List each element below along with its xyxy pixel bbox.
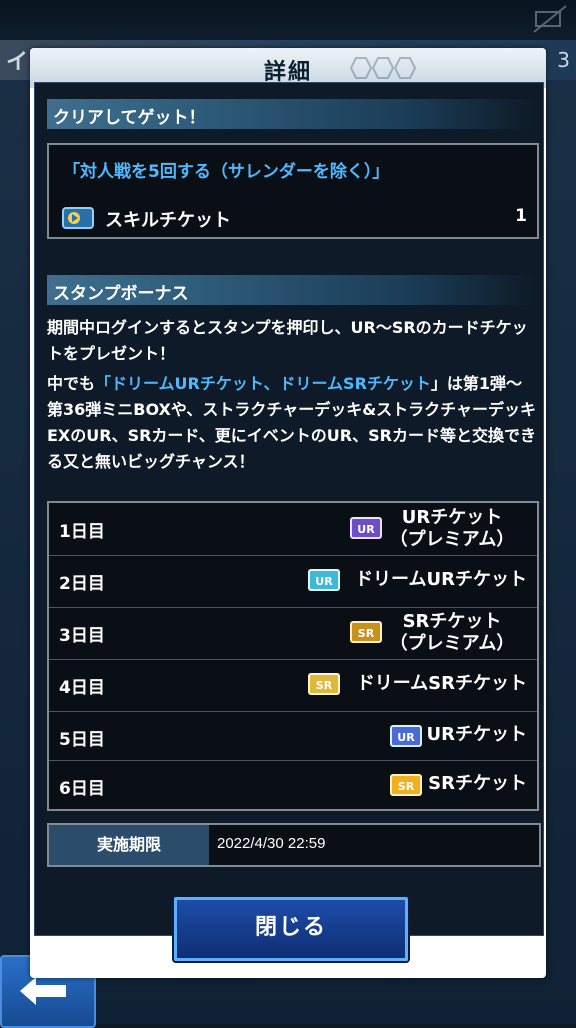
svg-text:UR: UR: [357, 523, 375, 536]
stamp-row-day1: 1日目 UR URチケット （プレミアム）: [49, 503, 537, 556]
reward-label: スキルチケット: [105, 210, 231, 231]
ticket-name: ドリームURチケット: [355, 569, 527, 590]
stamp-day: 1日目: [59, 522, 105, 542]
dream-sr-ticket-icon: SR: [308, 673, 340, 695]
stamp-description-1: 期間中ログインするとスタンプを押印し、UR～SRのカードチケットをプレゼント！: [47, 318, 528, 363]
stamp-description-2: 中でも「ドリームURチケット、ドリームSRチケット」は第1弾～第36弾ミニBOX…: [47, 371, 537, 475]
mute-icon: [533, 5, 567, 33]
desc2-pre: 中でも: [47, 374, 96, 393]
svg-text:SR: SR: [398, 780, 415, 793]
dialog-content: クリアしてゲット！ 「対人戦を5回する（サレンダーを除く）」 スキルチケット 1…: [34, 82, 544, 936]
svg-text:UR: UR: [397, 731, 415, 744]
ticket-name-line1: URチケット: [401, 507, 503, 528]
svg-text:UR: UR: [315, 575, 333, 588]
sr-ticket-icon: SR: [390, 774, 422, 796]
stamp-day: 5日目: [59, 730, 105, 750]
svg-text:SR: SR: [358, 627, 375, 640]
stamp-section-header: スタンプボーナス: [47, 275, 537, 305]
ur-ticket-icon: UR: [390, 725, 422, 747]
mission-box: 「対人戦を5回する（サレンダーを除く）」 スキルチケット 1: [47, 143, 539, 239]
ticket-name: SRチケット （プレミアム）: [377, 611, 527, 655]
ticket-name: ドリームSRチケット: [356, 673, 527, 694]
desc2-highlight: 「ドリームURチケット、ドリームSRチケット: [95, 374, 431, 393]
stamp-row-day5: 5日目 UR URチケット: [49, 711, 537, 761]
dream-ur-ticket-icon: UR: [308, 569, 340, 591]
ticket-name-line1: SRチケット: [402, 611, 502, 632]
hexagon-decoration-icon: [349, 57, 417, 79]
period-label: 実施期限: [49, 825, 209, 865]
clear-section-header: クリアしてゲット！: [47, 99, 537, 129]
skill-ticket-icon: [62, 207, 94, 229]
ticket-name-line2: （プレミアム）: [389, 529, 515, 550]
stamp-section-title: スタンプボーナス: [53, 284, 189, 304]
back-arrow-icon: [20, 977, 66, 1005]
svg-text:SR: SR: [316, 679, 333, 692]
detail-dialog: 詳細 クリアしてゲット！ 「対人戦を5回する（サレンダーを除く）」 スキルチケッ…: [30, 48, 546, 978]
period-value: 2022/4/30 22:59: [217, 835, 326, 852]
ticket-name: SRチケット: [428, 773, 527, 794]
stamp-row-day2: 2日目 UR ドリームURチケット: [49, 555, 537, 608]
background-title-number: 3: [557, 48, 570, 72]
ticket-name: URチケット （プレミアム）: [377, 507, 527, 551]
reward-row: スキルチケット 1: [57, 203, 527, 233]
stamp-bonus-table: 1日目 UR URチケット （プレミアム） 2日目 UR ドリームURチケット: [47, 501, 539, 811]
stamp-row-day3: 3日目 SR SRチケット （プレミアム）: [49, 607, 537, 660]
stamp-day: 2日目: [59, 574, 105, 594]
reward-count: 1: [515, 206, 527, 226]
ticket-name-line2: （プレミアム）: [389, 633, 515, 654]
period-box: 実施期限 2022/4/30 22:59: [47, 823, 541, 867]
ticket-name: URチケット: [426, 724, 527, 745]
stamp-day: 6日目: [59, 779, 105, 799]
stamp-day: 4日目: [59, 678, 105, 698]
stamp-row-day4: 4日目 SR ドリームSRチケット: [49, 659, 537, 712]
stamp-day: 3日目: [59, 626, 105, 646]
clear-section-title: クリアしてゲット！: [53, 108, 206, 128]
stamp-row-day6: 6日目 SR SRチケット: [49, 760, 537, 809]
close-button[interactable]: 閉じる: [174, 897, 408, 961]
mission-text: 「対人戦を5回する（サレンダーを除く）」: [63, 162, 390, 182]
